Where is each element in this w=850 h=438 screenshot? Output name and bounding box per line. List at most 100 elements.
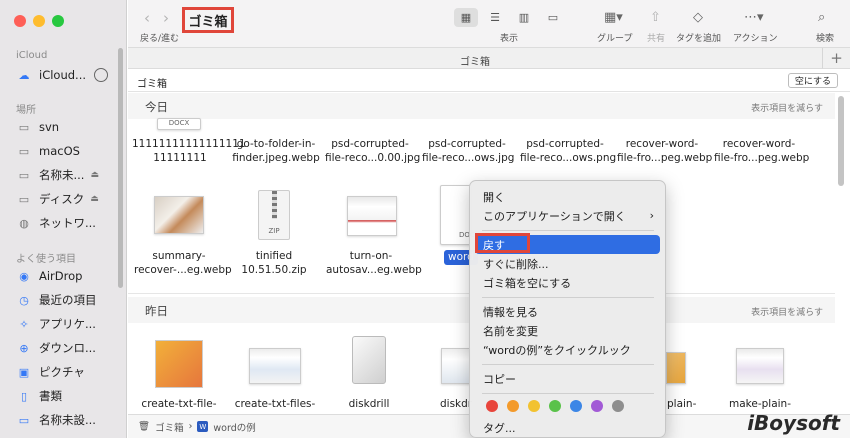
image-thumbnail — [441, 348, 471, 384]
file-item[interactable]: 11111111111111111 11111111 — [132, 137, 246, 165]
file-item[interactable]: create-txt-files- — [230, 397, 320, 411]
menu-item-get-info[interactable]: 情報を見る — [475, 302, 660, 321]
menu-item-rename[interactable]: 名前を変更 — [475, 321, 660, 340]
menu-item-copy[interactable]: コピー — [475, 369, 660, 388]
file-name: 11111111111111111 — [132, 138, 246, 150]
sidebar-item-applications[interactable]: ✧ アプリケ... — [16, 313, 121, 335]
view-switcher: ▦ ☰ ▥ ▭ — [454, 8, 565, 27]
sidebar-item-documents[interactable]: ▯ 書類 — [16, 385, 121, 407]
new-tab-button[interactable]: + — [822, 48, 850, 69]
sidebar-item-untitled[interactable]: ▭ 名称未... ⏏ — [16, 164, 121, 186]
file-name: psd-corrupted- — [428, 138, 506, 150]
image-thumbnail — [666, 352, 686, 384]
minimize-button[interactable] — [33, 15, 45, 27]
eject-icon[interactable]: ⏏ — [90, 170, 99, 180]
file-item[interactable]: create-txt-file- — [134, 397, 224, 411]
show-less-link[interactable]: 表示項目を減らす — [751, 101, 823, 114]
content-scrollbar[interactable] — [838, 96, 844, 186]
sidebar-item-label: アプリケ... — [39, 317, 96, 331]
menu-item-label: このアプリケーションで開く — [483, 209, 626, 223]
file-name: 10.51.50.zip — [241, 264, 307, 276]
forward-arrow-icon[interactable]: › — [163, 9, 169, 27]
tag-color-dot[interactable] — [507, 400, 519, 412]
zip-icon: ZIP — [258, 190, 290, 240]
file-item[interactable]: plain- — [667, 397, 707, 411]
file-item[interactable]: recover-word- file-fro...peg.webp — [714, 137, 809, 165]
document-icon: ▯ — [20, 389, 28, 403]
file-item[interactable]: diskdrill — [324, 397, 414, 411]
back-forward-label: 戻る/進む — [140, 34, 180, 44]
menu-item-empty-trash[interactable]: ゴミ箱を空にする — [475, 273, 660, 292]
sidebar-item-recents[interactable]: ◷ 最近の項目 — [16, 289, 121, 311]
file-item[interactable]: diskdr — [424, 397, 472, 411]
file-name: file-reco...ows.jpg — [422, 152, 515, 164]
file-item[interactable]: go-to-folder-in- finder.jpeg.webp — [231, 137, 321, 165]
gallery-view-icon[interactable]: ▭ — [541, 8, 565, 27]
share-icon[interactable]: ⇧ — [650, 10, 661, 25]
file-item[interactable]: recover-word- file-fro...peg.webp — [617, 137, 713, 165]
tag-color-dot[interactable] — [528, 400, 540, 412]
sidebar-scrollbar[interactable] — [118, 48, 123, 288]
sidebar-item-label: 名称未... — [39, 168, 85, 182]
file-name: make-plain- — [729, 398, 791, 410]
action-icon[interactable]: ⋯▾ — [744, 10, 764, 25]
sidebar: iCloud ☁ iCloud... 場所 ▭ svn ▭ macOS ▭ 名称… — [0, 0, 127, 438]
image-thumbnail — [154, 196, 204, 234]
search-icon[interactable]: ⌕ — [818, 10, 825, 25]
tag-color-dot[interactable] — [591, 400, 603, 412]
folder-icon: ▭ — [18, 413, 30, 427]
path-file[interactable]: wordの例 — [213, 420, 255, 434]
sidebar-item-disk[interactable]: ▭ ディスク ⏏ — [16, 188, 121, 210]
sidebar-item-label: svn — [39, 120, 60, 134]
zoom-button[interactable] — [52, 15, 64, 27]
tag-color-dot[interactable] — [486, 400, 498, 412]
sidebar-item-svn[interactable]: ▭ svn — [16, 116, 121, 138]
column-view-icon[interactable]: ▥ — [512, 8, 536, 27]
docx-icon: DOCX — [157, 118, 201, 130]
path-trash[interactable]: ゴミ箱 — [155, 420, 184, 434]
sidebar-section-icloud: iCloud — [16, 50, 48, 61]
sidebar-item-macos[interactable]: ▭ macOS — [16, 140, 121, 162]
file-item[interactable]: summary- recover-...eg.webp — [134, 249, 232, 277]
menu-item-open[interactable]: 開く — [475, 187, 660, 206]
sidebar-item-pictures[interactable]: ▣ ピクチャ — [16, 361, 121, 383]
menu-item-open-with[interactable]: このアプリケーションで開く › — [475, 206, 660, 225]
trash-small-icon: 🗑 — [138, 421, 151, 432]
sidebar-item-downloads[interactable]: ⊕ ダウンロ... — [16, 337, 121, 359]
airdrop-icon: ◉ — [19, 269, 29, 283]
share-label: 共有 — [647, 34, 666, 44]
file-item[interactable]: make-plain- — [715, 397, 805, 411]
menu-item-quick-look[interactable]: “wordの例”をクイックルック — [475, 340, 660, 359]
close-button[interactable] — [14, 15, 26, 27]
sidebar-item-airdrop[interactable]: ◉ AirDrop — [16, 265, 121, 287]
disk-icon: ▭ — [18, 192, 30, 206]
show-less-link[interactable]: 表示項目を減らす — [751, 305, 823, 318]
tag-color-dot[interactable] — [549, 400, 561, 412]
list-view-icon[interactable]: ☰ — [483, 8, 507, 27]
file-name: diskdrill — [348, 398, 390, 410]
file-item[interactable]: tinified 10.51.50.zip — [229, 249, 319, 277]
file-item[interactable]: turn-on- autosav...eg.webp — [326, 249, 422, 277]
file-name: file-fro...peg.webp — [617, 152, 713, 164]
file-item[interactable]: psd-corrupted- file-reco...0.00.jpg — [325, 137, 420, 165]
eject-icon[interactable]: ⏏ — [90, 194, 99, 204]
menu-item-delete-now[interactable]: すぐに削除... — [475, 254, 660, 273]
file-item[interactable]: psd-corrupted- file-reco...ows.png — [520, 137, 616, 165]
file-item[interactable]: psd-corrupted- file-reco...ows.jpg — [422, 137, 515, 165]
view-label: 表示 — [500, 34, 519, 44]
sidebar-item-untitled-folder[interactable]: ▭ 名称未設... — [16, 409, 121, 431]
tag-icon[interactable]: ◇ — [693, 10, 703, 25]
back-arrow-icon[interactable]: ‹ — [144, 9, 150, 27]
sidebar-item-icloud[interactable]: ☁ iCloud... — [16, 64, 121, 86]
empty-trash-button[interactable]: 空にする — [787, 73, 838, 88]
cloud-icon: ☁ — [18, 68, 30, 82]
icon-view-icon[interactable]: ▦ — [454, 8, 478, 27]
download-icon: ⊕ — [19, 341, 29, 355]
group-icon[interactable]: ▦▾ — [604, 10, 623, 25]
sidebar-item-network[interactable]: ◍ ネットワ... — [16, 212, 121, 234]
tag-color-dot[interactable] — [570, 400, 582, 412]
tag-color-dot[interactable] — [612, 400, 624, 412]
file-name: plain- — [667, 398, 697, 410]
menu-item-tags[interactable]: タグ... — [475, 418, 660, 437]
disk-icon: ▭ — [18, 120, 30, 134]
